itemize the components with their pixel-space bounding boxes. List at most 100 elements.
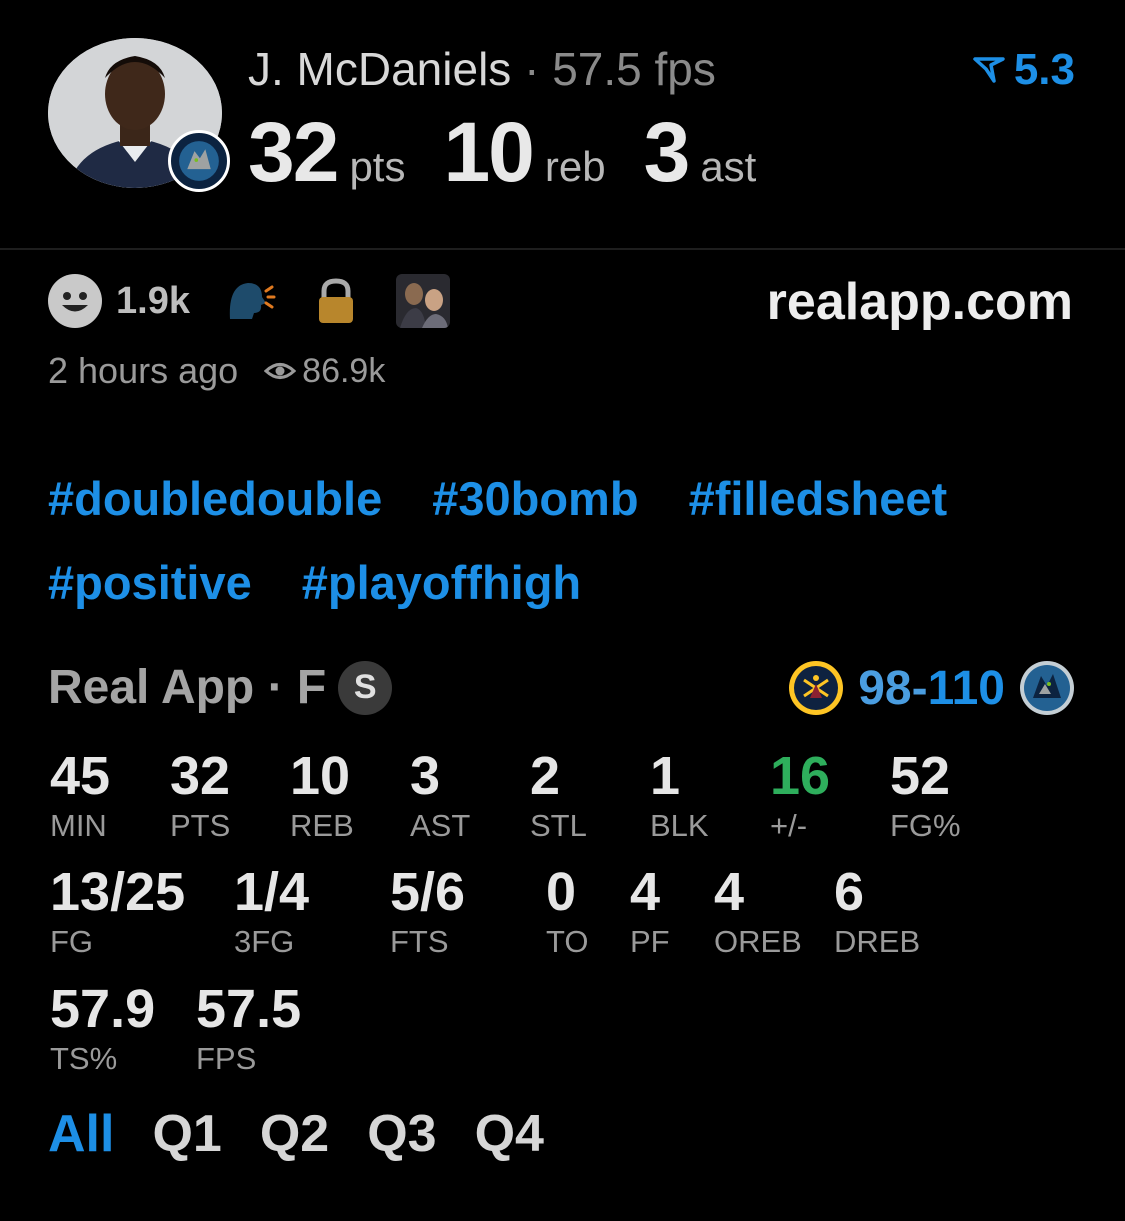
stat-value: 2	[530, 746, 561, 806]
stat-value: 45	[50, 746, 111, 806]
score-away: 98	[858, 661, 912, 715]
headline-stats: 32 pts 10 reb 3 ast	[248, 104, 794, 200]
stat-value: 1/4	[234, 862, 310, 922]
hashtag[interactable]: #positive	[48, 555, 252, 610]
player-thumbnail-icon[interactable]	[395, 274, 450, 328]
tab-all[interactable]: All	[48, 1104, 114, 1164]
stat-value: 57.9	[50, 979, 156, 1039]
stat-label: PTS	[170, 808, 231, 843]
stat-value: 4	[630, 862, 661, 922]
player-fps: 57.5 fps	[552, 43, 716, 95]
stat-value: 4	[714, 862, 745, 922]
timberwolves-logo-icon[interactable]	[1019, 660, 1075, 716]
hashtag[interactable]: #30bomb	[432, 471, 638, 526]
view-count: 86.9k	[302, 351, 386, 390]
headline-ast: 3	[643, 105, 691, 199]
stat-value: 52	[890, 746, 951, 806]
nuggets-logo-icon[interactable]	[788, 660, 844, 716]
hashtag[interactable]: #doubledouble	[48, 471, 382, 526]
speaking-head-icon[interactable]	[224, 275, 276, 327]
stat-blk: 1 BLK	[650, 746, 709, 846]
rating-badge[interactable]: 5.3	[972, 44, 1075, 96]
source-domain-link[interactable]: realapp.com	[767, 272, 1073, 332]
stat-3fg: 1/4 3FG	[234, 862, 309, 962]
stat-value: 13/25	[50, 862, 186, 922]
stat-label: MIN	[50, 808, 107, 843]
stat-value: 1	[650, 746, 681, 806]
stat-value: 5/6	[390, 862, 466, 922]
hashtag-row: #doubledouble #30bomb #filledsheet	[48, 456, 1088, 540]
player-name[interactable]: J. McDaniels	[248, 43, 511, 95]
game-source: Real App · F	[48, 661, 327, 714]
stat-oreb: 4 OREB	[714, 862, 802, 962]
lock-icon[interactable]	[310, 275, 362, 327]
stat-value: 32	[170, 746, 231, 806]
stat-value: 10	[290, 746, 351, 806]
headline-pts-unit: pts	[349, 143, 406, 190]
hashtag-list: #doubledouble #30bomb #filledsheet #posi…	[48, 456, 1088, 624]
stat-fg-pct: 52 FG%	[890, 746, 961, 846]
real-app-logo-icon	[973, 57, 1005, 83]
stat-plus-minus: 16 +/-	[770, 746, 830, 846]
quarter-tabs: All Q1 Q2 Q3 Q4	[48, 1104, 582, 1164]
stat-reb: 10 REB	[290, 746, 354, 846]
headline-pts: 32	[248, 105, 339, 199]
stat-ts-pct: 57.9 TS%	[50, 979, 155, 1079]
stat-label: FG%	[890, 808, 961, 843]
stat-label: FG	[50, 924, 94, 959]
stat-label: FPS	[196, 1041, 257, 1076]
reaction-count[interactable]: 1.9k	[116, 280, 190, 323]
eye-icon	[264, 363, 297, 379]
rating-value: 5.3	[1013, 45, 1075, 94]
tab-q4[interactable]: Q4	[475, 1104, 544, 1164]
stat-label: FTS	[390, 924, 449, 959]
post-header: J. McDaniels · 57.5 fps 5.3 32 pts 10 re…	[0, 0, 1125, 250]
game-source-line: Real App · F S	[48, 660, 393, 715]
stat-label: OREB	[714, 924, 802, 959]
stat-fg: 13/25 FG	[50, 862, 185, 962]
stat-dreb: 6 DREB	[834, 862, 920, 962]
stat-value: 6	[834, 862, 865, 922]
hashtag[interactable]: #filledsheet	[689, 471, 948, 526]
post-time: 2 hours ago	[48, 350, 239, 391]
game-score[interactable]: 98-110	[788, 660, 1075, 716]
tab-q3[interactable]: Q3	[367, 1104, 436, 1164]
player-name-line[interactable]: J. McDaniels · 57.5 fps	[248, 40, 716, 98]
stat-ast: 3 AST	[410, 746, 470, 846]
stat-label: STL	[530, 808, 587, 843]
reaction-bar: 1.9k	[48, 274, 450, 328]
stat-label: DREB	[834, 924, 921, 959]
hashtag[interactable]: #playoffhigh	[302, 555, 581, 610]
stat-fps: 57.5 FPS	[196, 979, 301, 1079]
headline-reb: 10	[443, 105, 534, 199]
status-badge[interactable]: S	[338, 660, 393, 715]
stat-pts: 32 PTS	[170, 746, 230, 846]
stat-value: 3	[410, 746, 441, 806]
headline-reb-unit: reb	[544, 143, 606, 190]
stat-label: PF	[630, 924, 670, 959]
stat-label: REB	[290, 808, 354, 843]
stat-label: +/-	[770, 808, 808, 843]
stat-value: 16	[770, 746, 831, 806]
stat-label: BLK	[650, 808, 709, 843]
score-home: 110	[927, 661, 1005, 715]
stat-value: 0	[546, 862, 577, 922]
hashtag-row: #positive #playoffhigh	[48, 540, 1088, 624]
tab-q1[interactable]: Q1	[152, 1104, 221, 1164]
stat-label: TO	[546, 924, 589, 959]
timberwolves-badge-icon	[168, 130, 230, 192]
stat-min: 45 MIN	[50, 746, 110, 846]
score-dash: -	[911, 661, 928, 715]
smiley-icon[interactable]	[48, 274, 102, 328]
tab-q2[interactable]: Q2	[260, 1104, 329, 1164]
post-meta: 2 hours ago 86.9k	[48, 350, 385, 392]
name-separator: ·	[524, 43, 540, 95]
stat-pf: 4 PF	[630, 862, 670, 962]
stat-stl: 2 STL	[530, 746, 587, 846]
headline-ast-unit: ast	[700, 143, 757, 190]
stat-fts: 5/6 FTS	[390, 862, 465, 962]
stat-value: 57.5	[196, 979, 302, 1039]
stat-to: 0 TO	[546, 862, 589, 962]
stat-label: 3FG	[234, 924, 295, 959]
stat-label: TS%	[50, 1041, 118, 1076]
